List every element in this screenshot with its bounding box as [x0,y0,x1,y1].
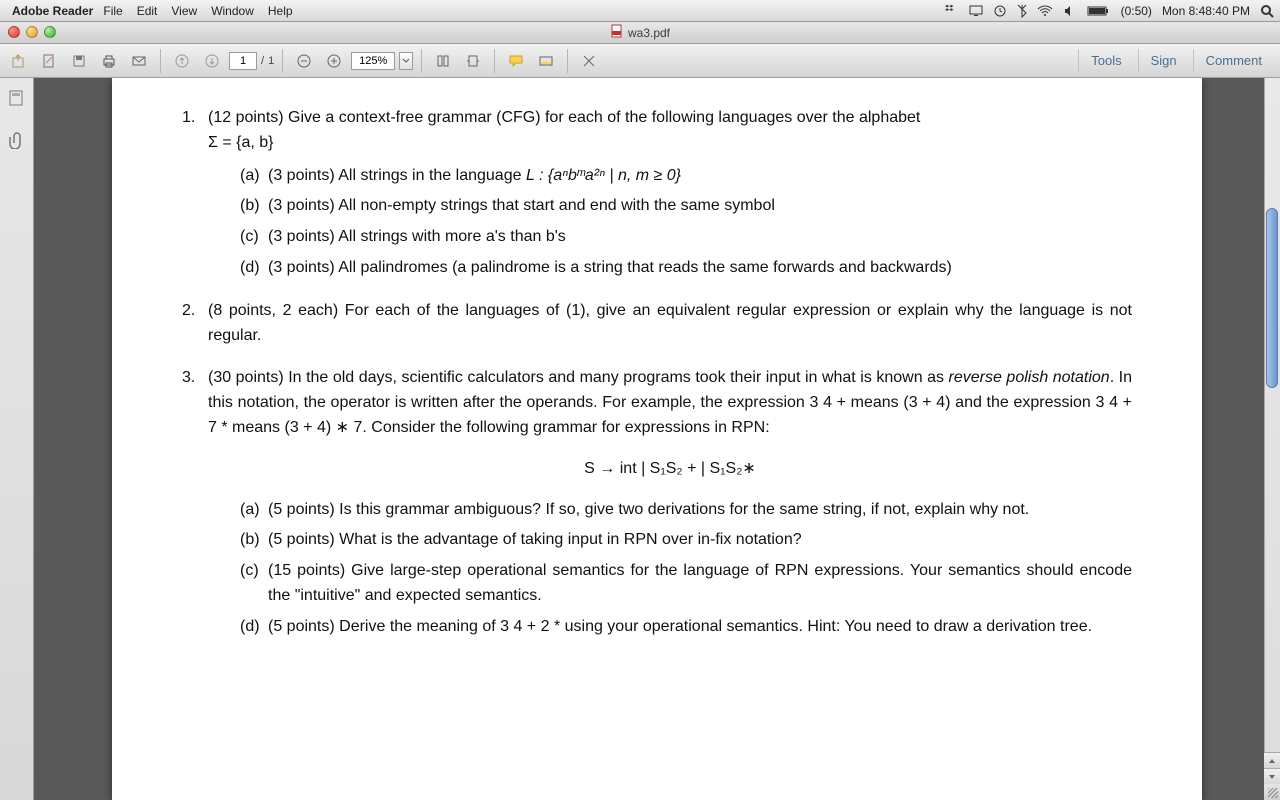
menu-view[interactable]: View [171,4,197,18]
mac-menu-bar: Adobe Reader File Edit View Window Help … [0,0,1280,22]
tab-sign[interactable]: Sign [1138,49,1189,72]
side-panel [0,78,34,800]
document-area[interactable]: 1. (12 points) Give a context-free gramm… [34,78,1280,800]
q3b: (b)(5 points) What is the advantage of t… [240,528,1132,553]
zoom-button[interactable] [44,26,56,38]
zoom-dropdown[interactable] [399,52,413,70]
tab-comment[interactable]: Comment [1193,49,1274,72]
scroll-down-button[interactable] [1264,768,1280,784]
app-name[interactable]: Adobe Reader [12,4,93,18]
status-bluetooth-icon[interactable] [1017,4,1027,18]
attachments-panel-button[interactable] [5,128,29,152]
q1c: (c)(3 points) All strings with more a's … [240,225,1132,250]
read-mode-button[interactable] [576,49,602,73]
create-pdf-button[interactable] [36,49,62,73]
page-current-input[interactable] [229,52,257,70]
question-3: 3. (30 points) In the old days, scientif… [182,366,1132,639]
menu-edit[interactable]: Edit [137,4,158,18]
menu-window[interactable]: Window [211,4,254,18]
save-button[interactable] [66,49,92,73]
window-controls [8,26,56,38]
highlight-button[interactable] [533,49,559,73]
status-clock[interactable]: Mon 8:48:40 PM [1162,4,1250,18]
zoom-out-button[interactable] [291,49,317,73]
q1b: (b)(3 points) All non-empty strings that… [240,194,1132,219]
status-dropbox-icon[interactable] [945,4,959,18]
q1-text: (12 points) Give a context-free grammar … [208,109,920,126]
print-button[interactable] [96,49,122,73]
reader-toolbar: / 1 Tools Sign Comment [0,44,1280,78]
reader-window: wa3.pdf / 1 Tools Sign Comment [0,22,1280,800]
window-title: wa3.pdf [628,26,670,40]
export-button[interactable] [6,49,32,73]
next-page-button[interactable] [199,49,225,73]
menu-help[interactable]: Help [268,4,293,18]
zoom-in-button[interactable] [321,49,347,73]
status-timemachine-icon[interactable] [993,4,1007,18]
titlebar: wa3.pdf [0,22,1280,44]
page-sep: / [261,55,264,67]
scroll-up-button[interactable] [1264,752,1280,768]
resize-handle[interactable] [1264,784,1280,800]
q3-rpn: reverse polish notation [949,369,1110,386]
fit-page-button[interactable] [460,49,486,73]
pdf-file-icon [610,24,624,41]
q3d: (d)(5 points) Derive the meaning of 3 4 … [240,615,1132,640]
comment-bubble-button[interactable] [503,49,529,73]
q2-text: (8 points, 2 each) For each of the langu… [208,302,1132,344]
menu-file[interactable]: File [103,4,122,18]
question-1: 1. (12 points) Give a context-free gramm… [182,106,1132,281]
q3c: (c)(15 points) Give large-step operation… [240,559,1132,609]
q1d: (d)(3 points) All palindromes (a palindr… [240,256,1132,281]
close-button[interactable] [8,26,20,38]
q3-grammar: S → int | S₁S₂ + | S₁S₂∗ [208,457,1132,482]
q1-sigma: Σ = {a, b} [208,134,274,151]
thumbnails-panel-button[interactable] [5,86,29,110]
status-wifi-icon[interactable] [1037,5,1053,17]
scrollbar-thumb[interactable] [1266,208,1278,388]
fit-width-button[interactable] [430,49,456,73]
email-button[interactable] [126,49,152,73]
vertical-scrollbar[interactable] [1264,78,1280,800]
tab-tools[interactable]: Tools [1078,49,1133,72]
q3a: (a)(5 points) Is this grammar ambiguous?… [240,498,1132,523]
status-display-icon[interactable] [969,5,983,17]
status-battery-text: (0:50) [1121,4,1152,18]
prev-page-button[interactable] [169,49,195,73]
q3-text-a: (30 points) In the old days, scientific … [208,369,949,386]
status-battery-icon[interactable] [1087,5,1111,17]
page-total: 1 [268,55,274,67]
q1a: (a)(3 points) All strings in the languag… [240,164,1132,189]
minimize-button[interactable] [26,26,38,38]
spotlight-icon[interactable] [1260,4,1274,18]
pdf-page: 1. (12 points) Give a context-free gramm… [112,78,1202,800]
status-volume-icon[interactable] [1063,5,1077,17]
zoom-value-input[interactable] [351,52,395,70]
question-2: 2. (8 points, 2 each) For each of the la… [182,299,1132,349]
